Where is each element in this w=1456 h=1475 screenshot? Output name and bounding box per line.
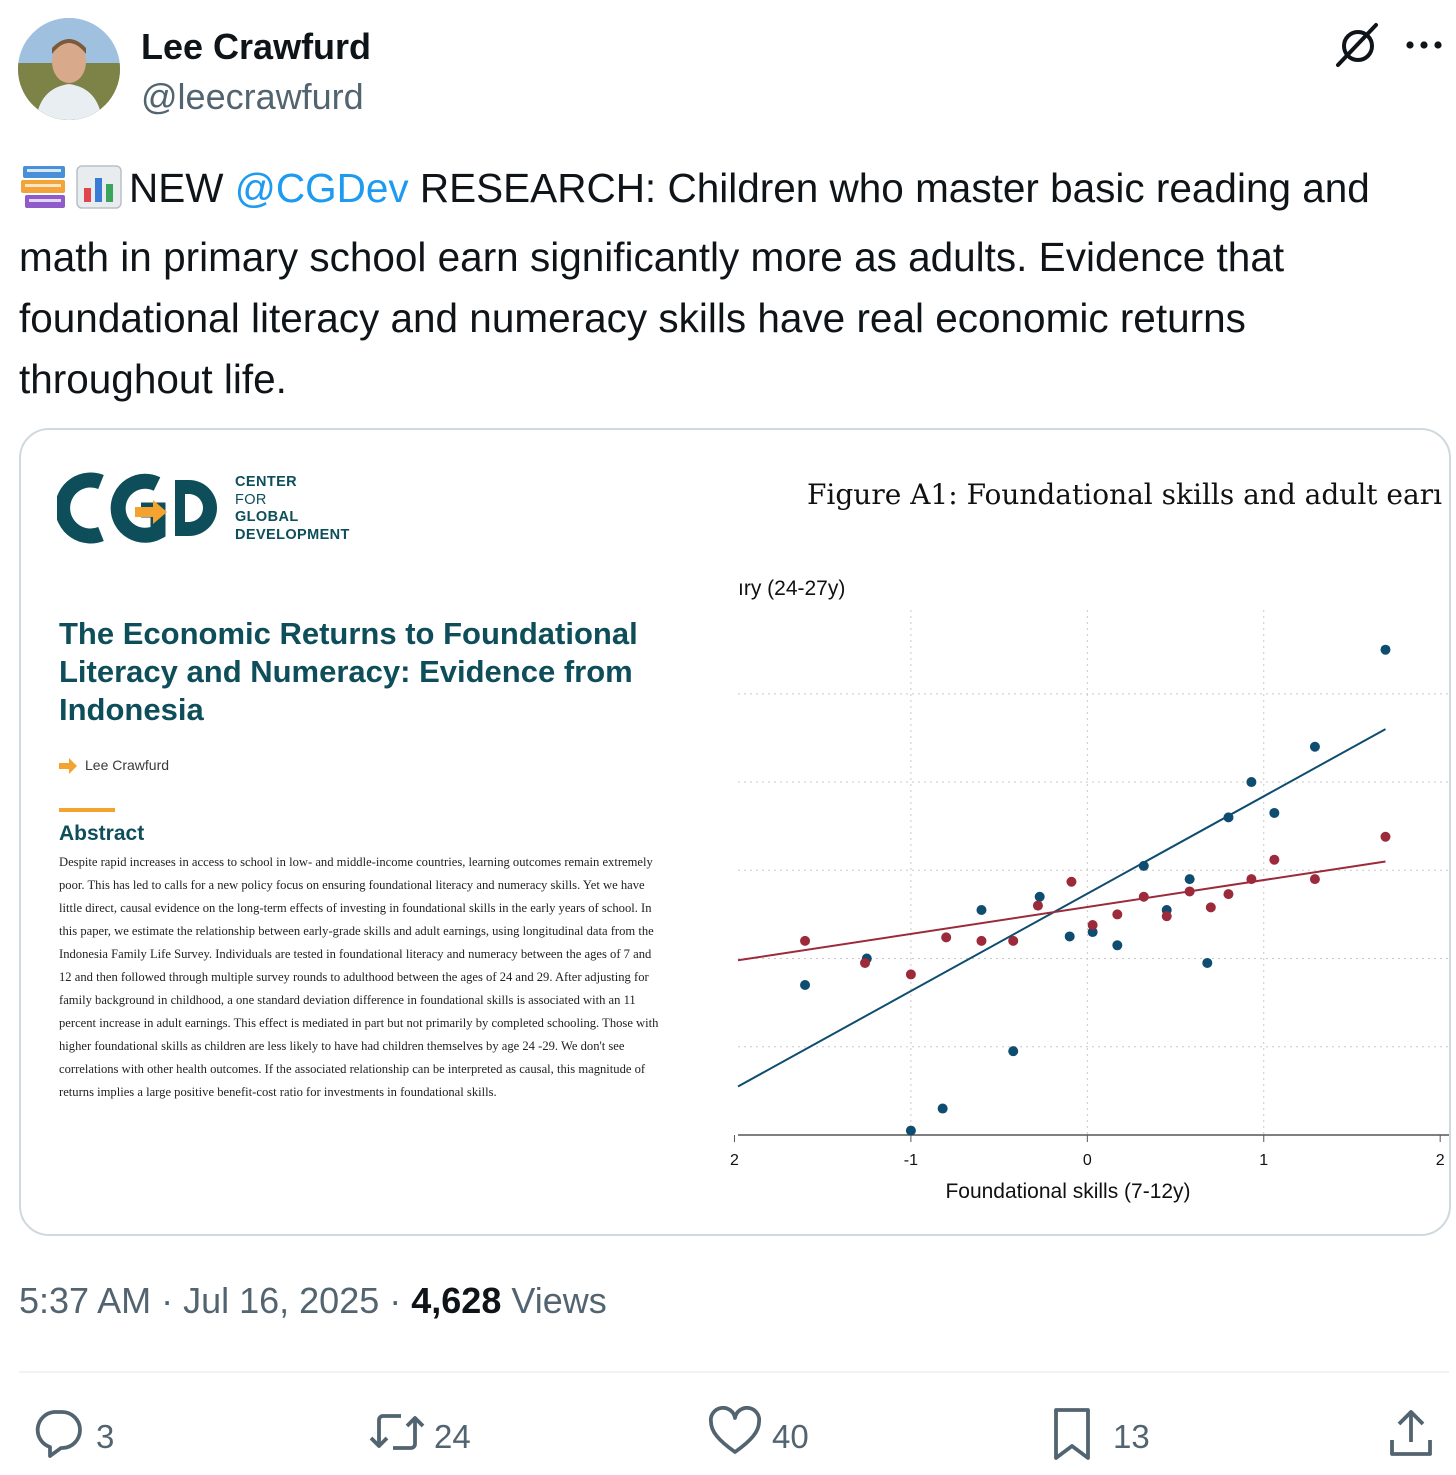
repost-icon (369, 1414, 425, 1450)
cgd-logo (57, 472, 217, 544)
data-point (937, 1103, 948, 1114)
avatar-photo (18, 18, 120, 120)
data-point (1087, 920, 1098, 930)
data-point (1066, 876, 1077, 887)
post-time[interactable]: 5:37 AM (19, 1280, 151, 1321)
data-point (941, 932, 952, 943)
trend-line-1 (737, 860, 1386, 962)
trend-lines (737, 728, 1386, 1088)
org-line-2: FOR (235, 491, 267, 508)
data-point (1269, 807, 1280, 818)
data-point (1246, 777, 1257, 788)
org-line-3: GLOBAL (235, 509, 299, 525)
data-point (1205, 902, 1216, 913)
paper-title: The Economic Returns to Foundational Lit… (59, 616, 638, 727)
views-count: 4,628 (411, 1280, 502, 1321)
repost-count: 24 (434, 1418, 471, 1455)
data-point (1202, 957, 1213, 968)
data-point (905, 1125, 916, 1136)
data-point (1112, 940, 1123, 951)
data-point (1269, 854, 1280, 865)
like-count: 40 (772, 1418, 809, 1455)
books-emoji (19, 164, 69, 227)
post-date[interactable]: Jul 16, 2025 (183, 1280, 379, 1321)
media-card[interactable]: CENTER FOR GLOBAL DEVELOPMENT The Econom… (19, 428, 1451, 1236)
org-line-4: DEVELOPMENT (235, 526, 350, 543)
x-tick-label: 0 (1083, 1152, 1092, 1169)
data-point (1223, 812, 1234, 823)
paper-author: Lee Crawfurd (85, 757, 170, 773)
data-point (1112, 909, 1123, 920)
meta-separator-1: · (151, 1280, 184, 1321)
data-point (1008, 935, 1019, 946)
abstract-heading: Abstract (59, 822, 145, 845)
data-point (905, 969, 916, 980)
bar-chart-emoji (75, 164, 123, 227)
x-tick-label: 1 (1259, 1152, 1268, 1169)
data-point (1184, 886, 1195, 897)
timestamp-row: 5:37 AM · Jul 16, 2025 · 4,628 Views (19, 1280, 607, 1322)
scatter-chart: 2 -1 0 1 2 ıry (24-27y) Foundational skills … (730, 577, 1449, 1203)
paper-cover: CENTER FOR GLOBAL DEVELOPMENT The Econom… (21, 430, 721, 1234)
data-point (1032, 900, 1043, 911)
divider (19, 1371, 1449, 1373)
like-icon (708, 1406, 762, 1454)
more-icon[interactable] (1402, 30, 1446, 60)
data-point (800, 980, 811, 990)
tweet-text-lead: NEW (129, 165, 235, 211)
tweet-text: NEW @CGDev RESEARCH: Children who master… (19, 158, 1439, 410)
data-point (976, 905, 987, 915)
trend-line-0 (737, 728, 1386, 1088)
abstract-rule (59, 808, 115, 812)
x-tick-label: -1 (904, 1152, 918, 1169)
x-tick-label: 2 (730, 1152, 739, 1169)
data-point (1309, 741, 1320, 752)
data-point (1223, 889, 1234, 900)
reply-icon (35, 1410, 82, 1458)
data-point (860, 957, 871, 968)
avatar[interactable] (18, 18, 120, 120)
data-point (1380, 831, 1391, 842)
data-point (1008, 1046, 1019, 1057)
data-point (1246, 874, 1257, 885)
bookmark-count: 13 (1113, 1418, 1150, 1455)
reply-count: 3 (96, 1418, 115, 1455)
data-point (1138, 891, 1149, 902)
abstract-text: Despite rapid increases in access to sch… (59, 855, 659, 1099)
arrow-mark-icon (59, 758, 77, 774)
share-icon (1390, 1410, 1432, 1456)
data-point (1161, 911, 1172, 922)
data-point (1309, 874, 1320, 885)
user-handle[interactable]: @leecrawfurd (141, 76, 364, 118)
org-line-1: CENTER (235, 474, 298, 490)
data-point (1380, 644, 1391, 655)
grok-icon[interactable] (1334, 22, 1384, 68)
mention-link[interactable]: @CGDev (235, 165, 409, 211)
x-ticks: 2 -1 0 1 2 (730, 1135, 1445, 1169)
data-point (800, 935, 811, 946)
views-label: Views (501, 1280, 607, 1321)
org-name: CENTER FOR GLOBAL DEVELOPMENT (235, 474, 350, 544)
meta-separator-2: · (379, 1280, 412, 1321)
x-axis-label: Foundational skills (7-12y) (945, 1180, 1190, 1203)
x-tick-label: 2 (1436, 1152, 1445, 1169)
bookmark-icon (1054, 1408, 1090, 1460)
data-point (1064, 931, 1075, 942)
display-name[interactable]: Lee Crawfurd (141, 26, 371, 68)
data-point (1034, 891, 1045, 902)
panel-label: ıry (24-27y) (738, 577, 845, 600)
data-point (1138, 860, 1149, 871)
data-point (1184, 874, 1195, 885)
data-point (976, 935, 987, 946)
chart-grid (738, 610, 1449, 1135)
